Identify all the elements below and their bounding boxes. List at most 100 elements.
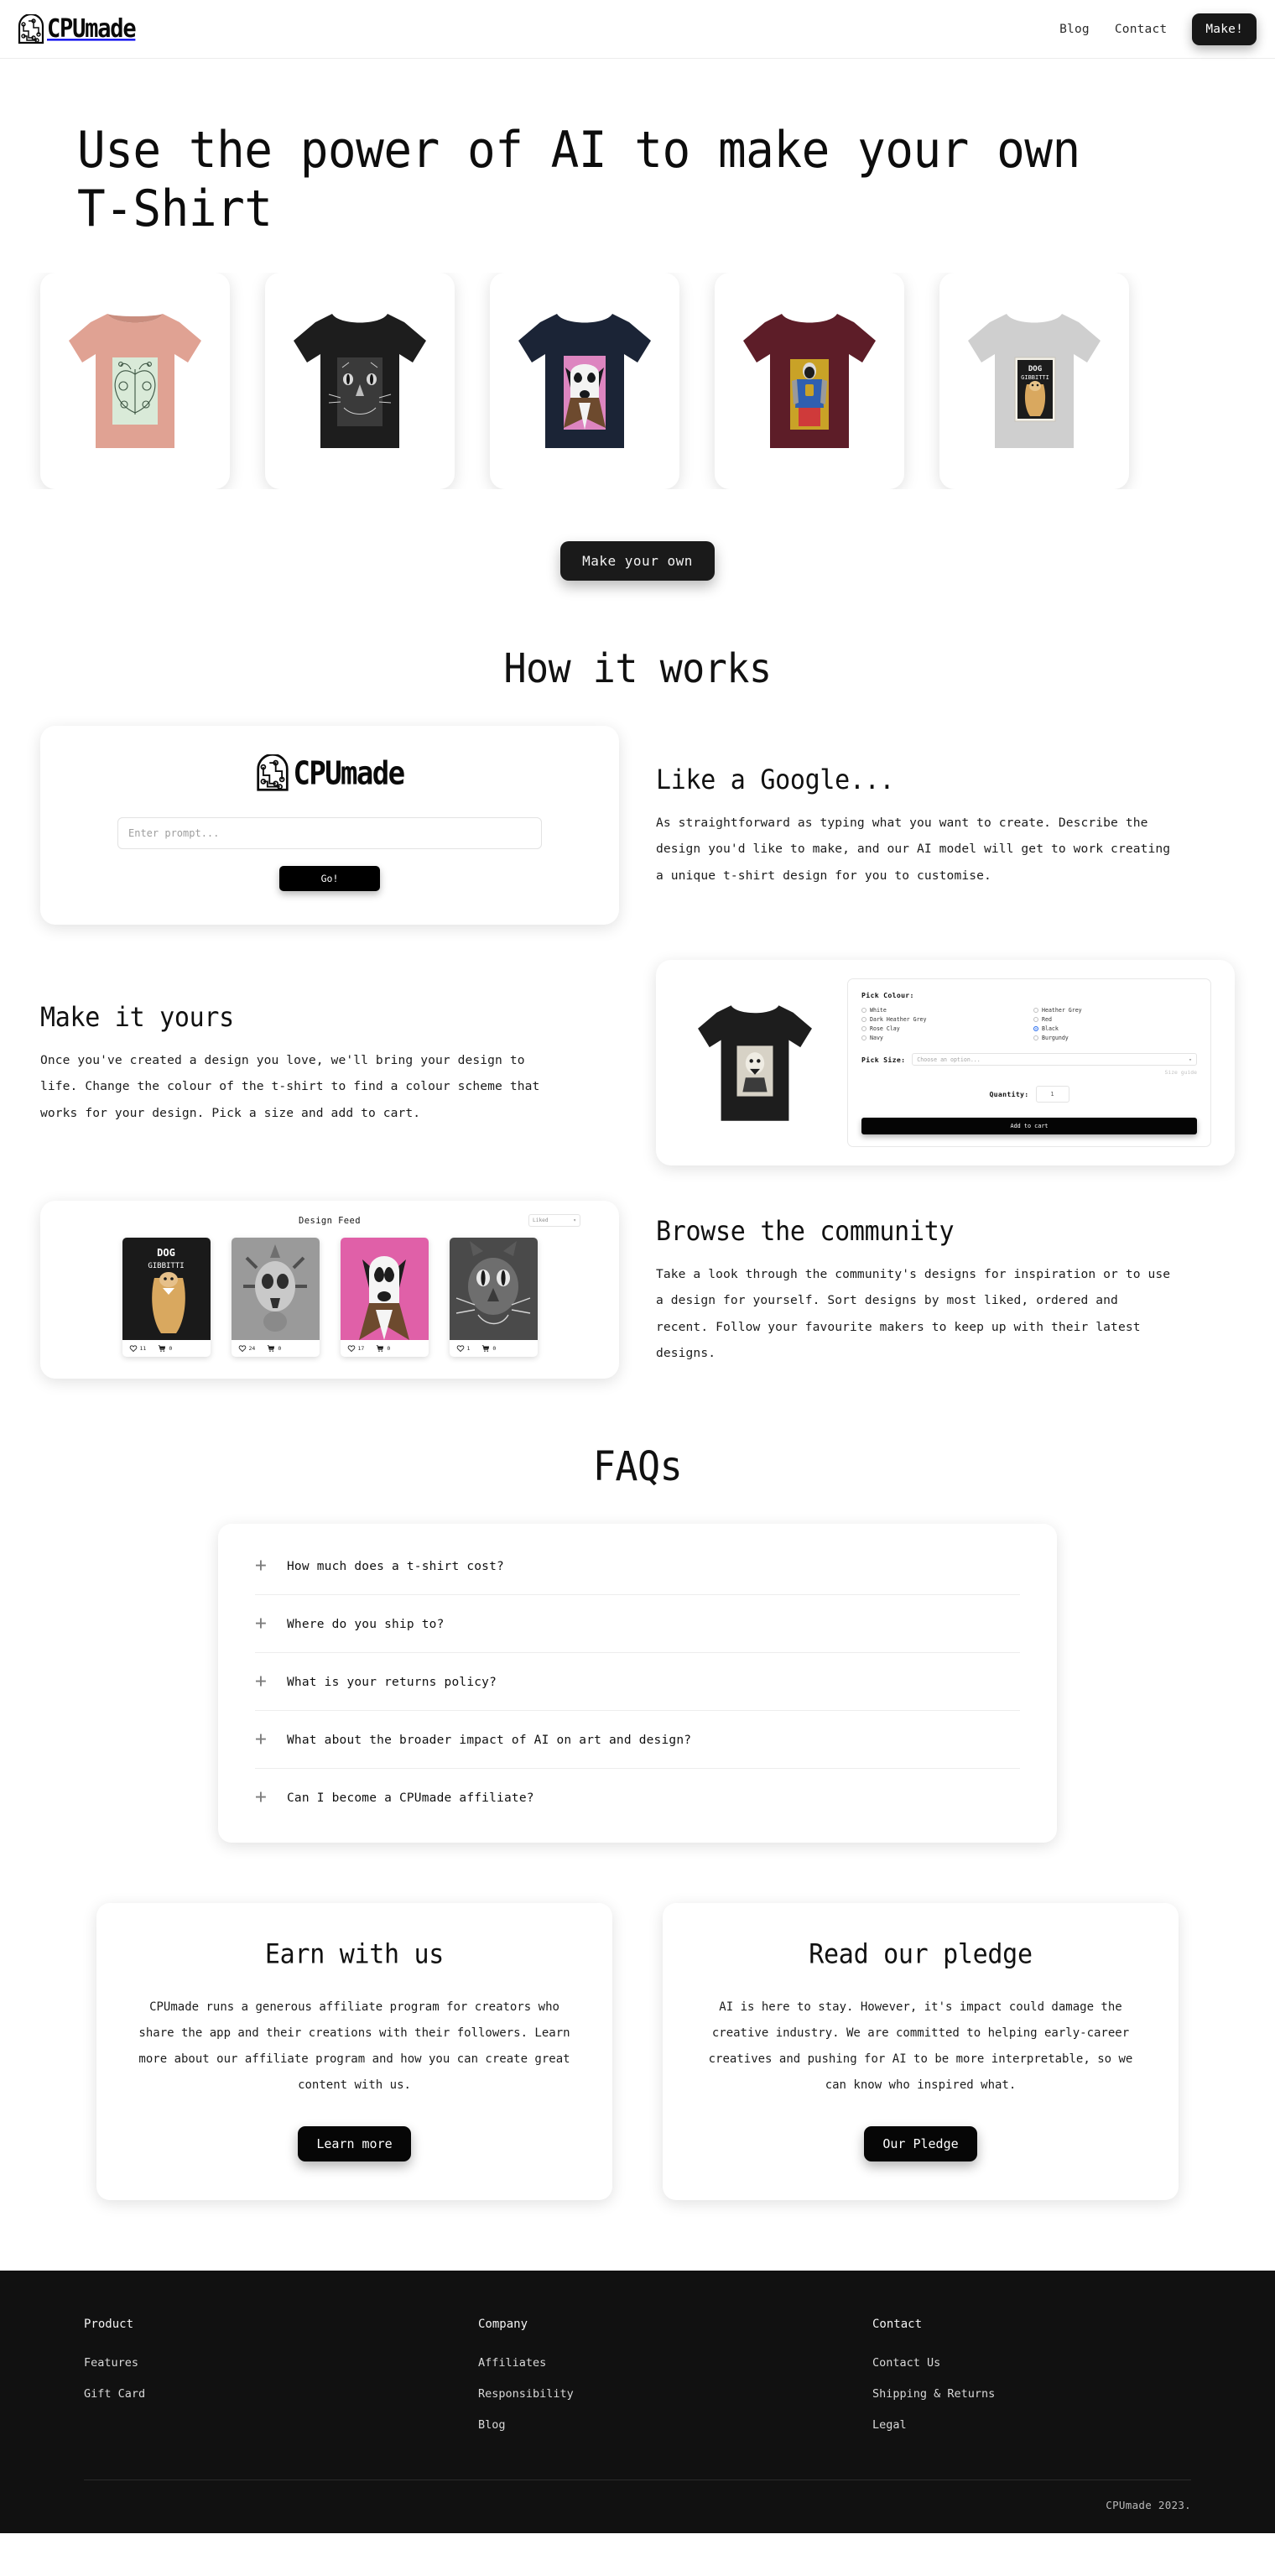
radio-icon[interactable] <box>861 1017 866 1023</box>
colour-option-dark-heather-grey[interactable]: Dark Heather Grey <box>861 1016 1025 1023</box>
like-group[interactable]: 24 <box>238 1344 255 1353</box>
make-your-own-button[interactable]: Make your own <box>560 541 715 581</box>
nav-link-blog[interactable]: Blog <box>1059 23 1090 36</box>
size-select[interactable]: Choose an option... ▾ <box>912 1053 1197 1066</box>
faq-item[interactable]: + What is your returns policy? <box>255 1653 1020 1712</box>
shirt-card[interactable] <box>715 273 904 490</box>
nav-link-contact[interactable]: Contact <box>1115 23 1168 36</box>
heart-icon[interactable] <box>129 1344 138 1353</box>
order-group[interactable]: 0 <box>158 1344 172 1353</box>
shirt-card[interactable]: DOG GIBBITTI <box>939 273 1129 490</box>
colour-options[interactable]: White Heather Grey Dark Heather Grey Red <box>861 1007 1197 1041</box>
how-it-works-title: How it works <box>503 644 772 692</box>
quantity-stepper[interactable]: 1 <box>1035 1086 1069 1103</box>
prompt-input[interactable] <box>117 817 542 850</box>
footer-link-features[interactable]: Features <box>84 2356 478 2370</box>
order-count: 0 <box>278 1345 282 1353</box>
shirt-card[interactable] <box>40 273 230 490</box>
cart-icon[interactable] <box>158 1344 166 1353</box>
order-group[interactable]: 0 <box>481 1344 496 1353</box>
footer-link-contact-us[interactable]: Contact Us <box>872 2356 1191 2370</box>
colour-option-rose-clay[interactable]: Rose Clay <box>861 1025 1025 1032</box>
cart-icon[interactable] <box>267 1344 275 1353</box>
order-group[interactable]: 0 <box>267 1344 281 1353</box>
radio-icon-selected[interactable] <box>1033 1026 1038 1032</box>
radio-icon[interactable] <box>861 1026 866 1032</box>
faq-item[interactable]: + How much does a t-shirt cost? <box>255 1537 1020 1596</box>
site-footer: Product Features Gift Card Company Affil… <box>0 2271 1275 2534</box>
faq-question: Can I become a CPUmade affiliate? <box>287 1791 534 1805</box>
footer-link-gift-card[interactable]: Gift Card <box>84 2387 478 2401</box>
like-count: 17 <box>357 1345 365 1353</box>
design-card[interactable]: 17 0 <box>340 1238 429 1358</box>
our-pledge-button[interactable]: Our Pledge <box>864 2126 977 2162</box>
size-select-value: Choose an option... <box>917 1056 981 1063</box>
radio-icon[interactable] <box>1033 1008 1038 1014</box>
feed-sort-value: Liked <box>533 1218 549 1224</box>
step-body: Once you've created a design you love, w… <box>40 1053 540 1120</box>
footer-link-affiliates[interactable]: Affiliates <box>478 2356 872 2370</box>
colour-option-red[interactable]: Red <box>1033 1016 1197 1023</box>
order-group[interactable]: 0 <box>376 1344 390 1353</box>
tshirt-dog-icon <box>518 314 651 449</box>
radio-icon[interactable] <box>861 1008 866 1014</box>
tshirt-figure-icon <box>743 314 876 449</box>
colour-option-white[interactable]: White <box>861 1007 1025 1014</box>
design-feed-title: Design Feed <box>299 1216 361 1227</box>
design-card[interactable]: 1 0 <box>449 1238 538 1358</box>
like-group[interactable]: 11 <box>129 1344 146 1353</box>
earn-with-us-card: Earn with us CPUmade runs a generous aff… <box>96 1903 612 2201</box>
design-art-poster-icon: DOG GIBBITTI <box>122 1238 211 1341</box>
read-our-pledge-card: Read our pledge AI is here to stay. Howe… <box>663 1903 1179 2201</box>
learn-more-button[interactable]: Learn more <box>298 2126 411 2162</box>
colour-option-heather-grey[interactable]: Heather Grey <box>1033 1007 1197 1014</box>
cart-icon[interactable] <box>376 1344 384 1353</box>
colour-option-black[interactable]: Black <box>1033 1025 1197 1032</box>
heart-icon[interactable] <box>347 1344 356 1353</box>
shirt-card[interactable] <box>265 273 455 490</box>
size-guide-link[interactable]: Size guide <box>861 1069 1197 1076</box>
radio-icon[interactable] <box>1033 1035 1038 1041</box>
footer-column-company: Company Affiliates Responsibility Blog <box>478 2318 872 2449</box>
brand-logo[interactable]: CPUmade <box>17 14 137 44</box>
add-to-cart-button[interactable]: Add to cart <box>861 1118 1197 1135</box>
shirt-carousel[interactable]: DOG GIBBITTI <box>0 273 1275 490</box>
faq-item[interactable]: + What about the broader impact of AI on… <box>255 1711 1020 1770</box>
plus-icon[interactable]: + <box>255 1614 268 1634</box>
feed-sort-select[interactable]: Liked ▾ <box>528 1214 580 1228</box>
plus-icon[interactable]: + <box>255 1730 268 1749</box>
faq-title: FAQs <box>592 1442 683 1490</box>
go-button[interactable]: Go! <box>279 866 380 892</box>
make-button[interactable]: Make! <box>1192 13 1257 45</box>
plus-icon[interactable]: + <box>255 1788 268 1807</box>
radio-icon[interactable] <box>861 1035 866 1041</box>
heart-icon[interactable] <box>238 1344 247 1353</box>
tshirt-cat-icon <box>294 314 426 449</box>
heart-icon[interactable] <box>456 1344 465 1353</box>
footer-link-legal[interactable]: Legal <box>872 2418 1191 2432</box>
design-card[interactable]: DOG GIBBITTI 11 0 <box>122 1238 211 1358</box>
radio-icon[interactable] <box>1033 1017 1038 1023</box>
step-heading: Browse the community <box>656 1215 955 1248</box>
colour-option-navy[interactable]: Navy <box>861 1035 1025 1041</box>
faq-item[interactable]: + Where do you ship to? <box>255 1595 1020 1654</box>
shirt-card[interactable] <box>490 273 679 490</box>
brand-name: CPUmade <box>293 754 405 793</box>
colour-label: White <box>870 1007 887 1014</box>
plus-icon[interactable]: + <box>255 1672 268 1692</box>
footer-link-responsibility[interactable]: Responsibility <box>478 2387 872 2401</box>
cart-icon[interactable] <box>481 1344 490 1353</box>
product-customizer-card: Pick Colour: White Heather Grey Dark Hea… <box>656 960 1235 1166</box>
footer-link-blog[interactable]: Blog <box>478 2418 872 2432</box>
like-group[interactable]: 1 <box>456 1344 470 1353</box>
faq-item[interactable]: + Can I become a CPUmade affiliate? <box>255 1769 1020 1826</box>
footer-link-shipping-returns[interactable]: Shipping & Returns <box>872 2387 1191 2401</box>
like-group[interactable]: 17 <box>347 1344 365 1353</box>
copyright: CPUmade 2023. <box>1106 2499 1191 2512</box>
design-card-meta: 1 0 <box>450 1340 538 1357</box>
design-card[interactable]: 24 0 <box>231 1238 320 1358</box>
colour-option-burgundy[interactable]: Burgundy <box>1033 1035 1197 1041</box>
plus-icon[interactable]: + <box>255 1557 268 1576</box>
footer-column-title: Product <box>84 2318 134 2332</box>
tshirt-poster-icon: DOG GIBBITTI <box>968 314 1101 449</box>
